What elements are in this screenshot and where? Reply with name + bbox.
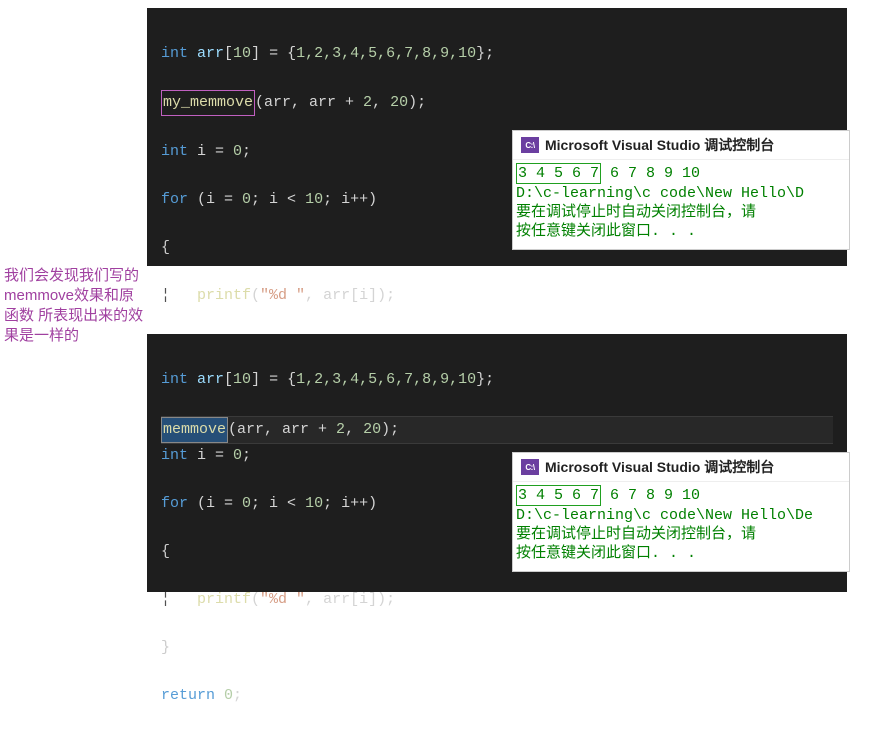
console-title-text: Microsoft Visual Studio 调试控制台 bbox=[545, 135, 774, 155]
console-titlebar: C:\ Microsoft Visual Studio 调试控制台 bbox=[513, 131, 849, 160]
my-memmove-call: my_memmove bbox=[161, 90, 255, 116]
debug-console-top[interactable]: C:\ Microsoft Visual Studio 调试控制台 3 4 5 … bbox=[512, 130, 850, 250]
code-line: ¦ printf("%d ", arr[i]); bbox=[161, 588, 833, 612]
side-annotation: 我们会发现我们写的memmove效果和原函数 所表现出来的效果是一样的 bbox=[4, 266, 144, 346]
code-line: int arr[10] = {1,2,3,4,5,6,7,8,9,10}; bbox=[161, 368, 833, 392]
code-line: int arr[10] = {1,2,3,4,5,6,7,8,9,10}; bbox=[161, 42, 833, 66]
console-output: 3 4 5 6 7 6 7 8 9 10 D:\c-learning\c cod… bbox=[513, 482, 849, 569]
console-title-text: Microsoft Visual Studio 调试控制台 bbox=[545, 457, 774, 477]
output-highlight: 3 4 5 6 7 bbox=[516, 485, 601, 506]
console-titlebar: C:\ Microsoft Visual Studio 调试控制台 bbox=[513, 453, 849, 482]
memmove-call-selected: memmove bbox=[161, 417, 228, 443]
code-line: my_memmove(arr, arr + 2, 20); bbox=[161, 90, 833, 116]
output-highlight: 3 4 5 6 7 bbox=[516, 163, 601, 184]
code-line: } bbox=[161, 636, 833, 660]
code-line: return 0; bbox=[161, 684, 833, 708]
vs-console-icon: C:\ bbox=[521, 459, 539, 475]
code-line-highlighted: memmove(arr, arr + 2, 20); bbox=[161, 416, 833, 444]
console-output: 3 4 5 6 7 6 7 8 9 10 D:\c-learning\c cod… bbox=[513, 160, 849, 247]
debug-console-bottom[interactable]: C:\ Microsoft Visual Studio 调试控制台 3 4 5 … bbox=[512, 452, 850, 572]
code-line: ¦ printf("%d ", arr[i]); bbox=[161, 284, 833, 308]
vs-console-icon: C:\ bbox=[521, 137, 539, 153]
